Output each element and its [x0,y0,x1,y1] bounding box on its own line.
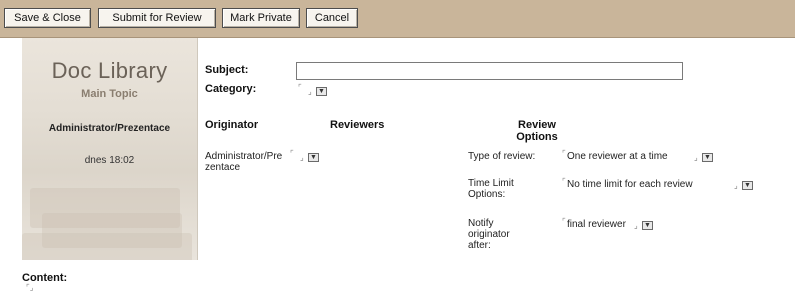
author-name: Administrator/Prezentace [48,123,171,134]
field-corner-icon: ⌜ [562,217,566,226]
type-of-review-picker[interactable]: ⌜ One reviewer at a time ⌟ ▼ [562,150,722,162]
content-field[interactable]: ⌜⌟ [26,284,34,292]
type-of-review-label: Type of review: [468,151,536,162]
category-label: Category: [205,83,257,95]
field-corner-icon: ⌟ [308,87,312,96]
field-corner-icon: ⌜ [290,149,294,158]
panel-divider [197,38,198,260]
field-corner-icon: ⌟ [300,153,304,162]
time-limit-picker[interactable]: ⌜ No time limit for each review ⌟ ▼ [562,178,762,190]
submit-for-review-button[interactable]: Submit for Review [98,8,216,28]
dropdown-arrow-icon[interactable]: ▼ [308,153,319,162]
action-toolbar: Save & Close Submit for Review Mark Priv… [0,0,795,38]
cancel-button[interactable]: Cancel [306,8,358,28]
reviewers-header: Reviewers [330,119,385,131]
field-corner-icon: ⌟ [634,221,638,230]
originator-header: Originator [205,119,259,131]
created-date: dnes 18:02 [84,155,135,166]
dropdown-arrow-icon[interactable]: ▼ [316,87,327,96]
save-close-button[interactable]: Save & Close [4,8,91,28]
type-of-review-value: One reviewer at a time [567,151,668,162]
subject-input[interactable] [296,62,683,80]
dropdown-arrow-icon[interactable]: ▼ [702,153,713,162]
subject-label: Subject: [205,64,249,76]
notify-picker[interactable]: ⌜ final reviewer ⌟ ▼ [562,218,672,230]
category-picker[interactable]: ⌜ ⌟ ▼ [298,84,330,96]
field-corner-icon: ⌟ [734,181,738,190]
originator-name: Administrator/Prezentace [205,151,283,173]
field-corner-icon: ⌟ [694,153,698,162]
notify-label: Notify originator after: [468,218,510,251]
book-illustration [22,233,192,260]
time-limit-value: No time limit for each review [567,179,693,190]
field-corner-icon: ⌜ [562,149,566,158]
time-limit-label: Time Limit Options: [468,178,514,200]
library-title: Doc Library [51,58,168,83]
review-options-header: Review Options [516,119,558,143]
dropdown-arrow-icon[interactable]: ▼ [742,181,753,190]
field-corner-icon: ⌜⌟ [26,283,34,292]
dropdown-arrow-icon[interactable]: ▼ [642,221,653,230]
mark-private-button[interactable]: Mark Private [222,8,300,28]
field-corner-icon: ⌜ [298,83,302,92]
field-corner-icon: ⌜ [562,177,566,186]
reviewers-picker[interactable]: ⌜ ⌟ ▼ [290,150,322,162]
library-subtitle: Main Topic [81,88,138,100]
notify-value: final reviewer [567,219,626,230]
doc-library-banner: Doc Library Main Topic Administrator/Pre… [22,38,197,260]
